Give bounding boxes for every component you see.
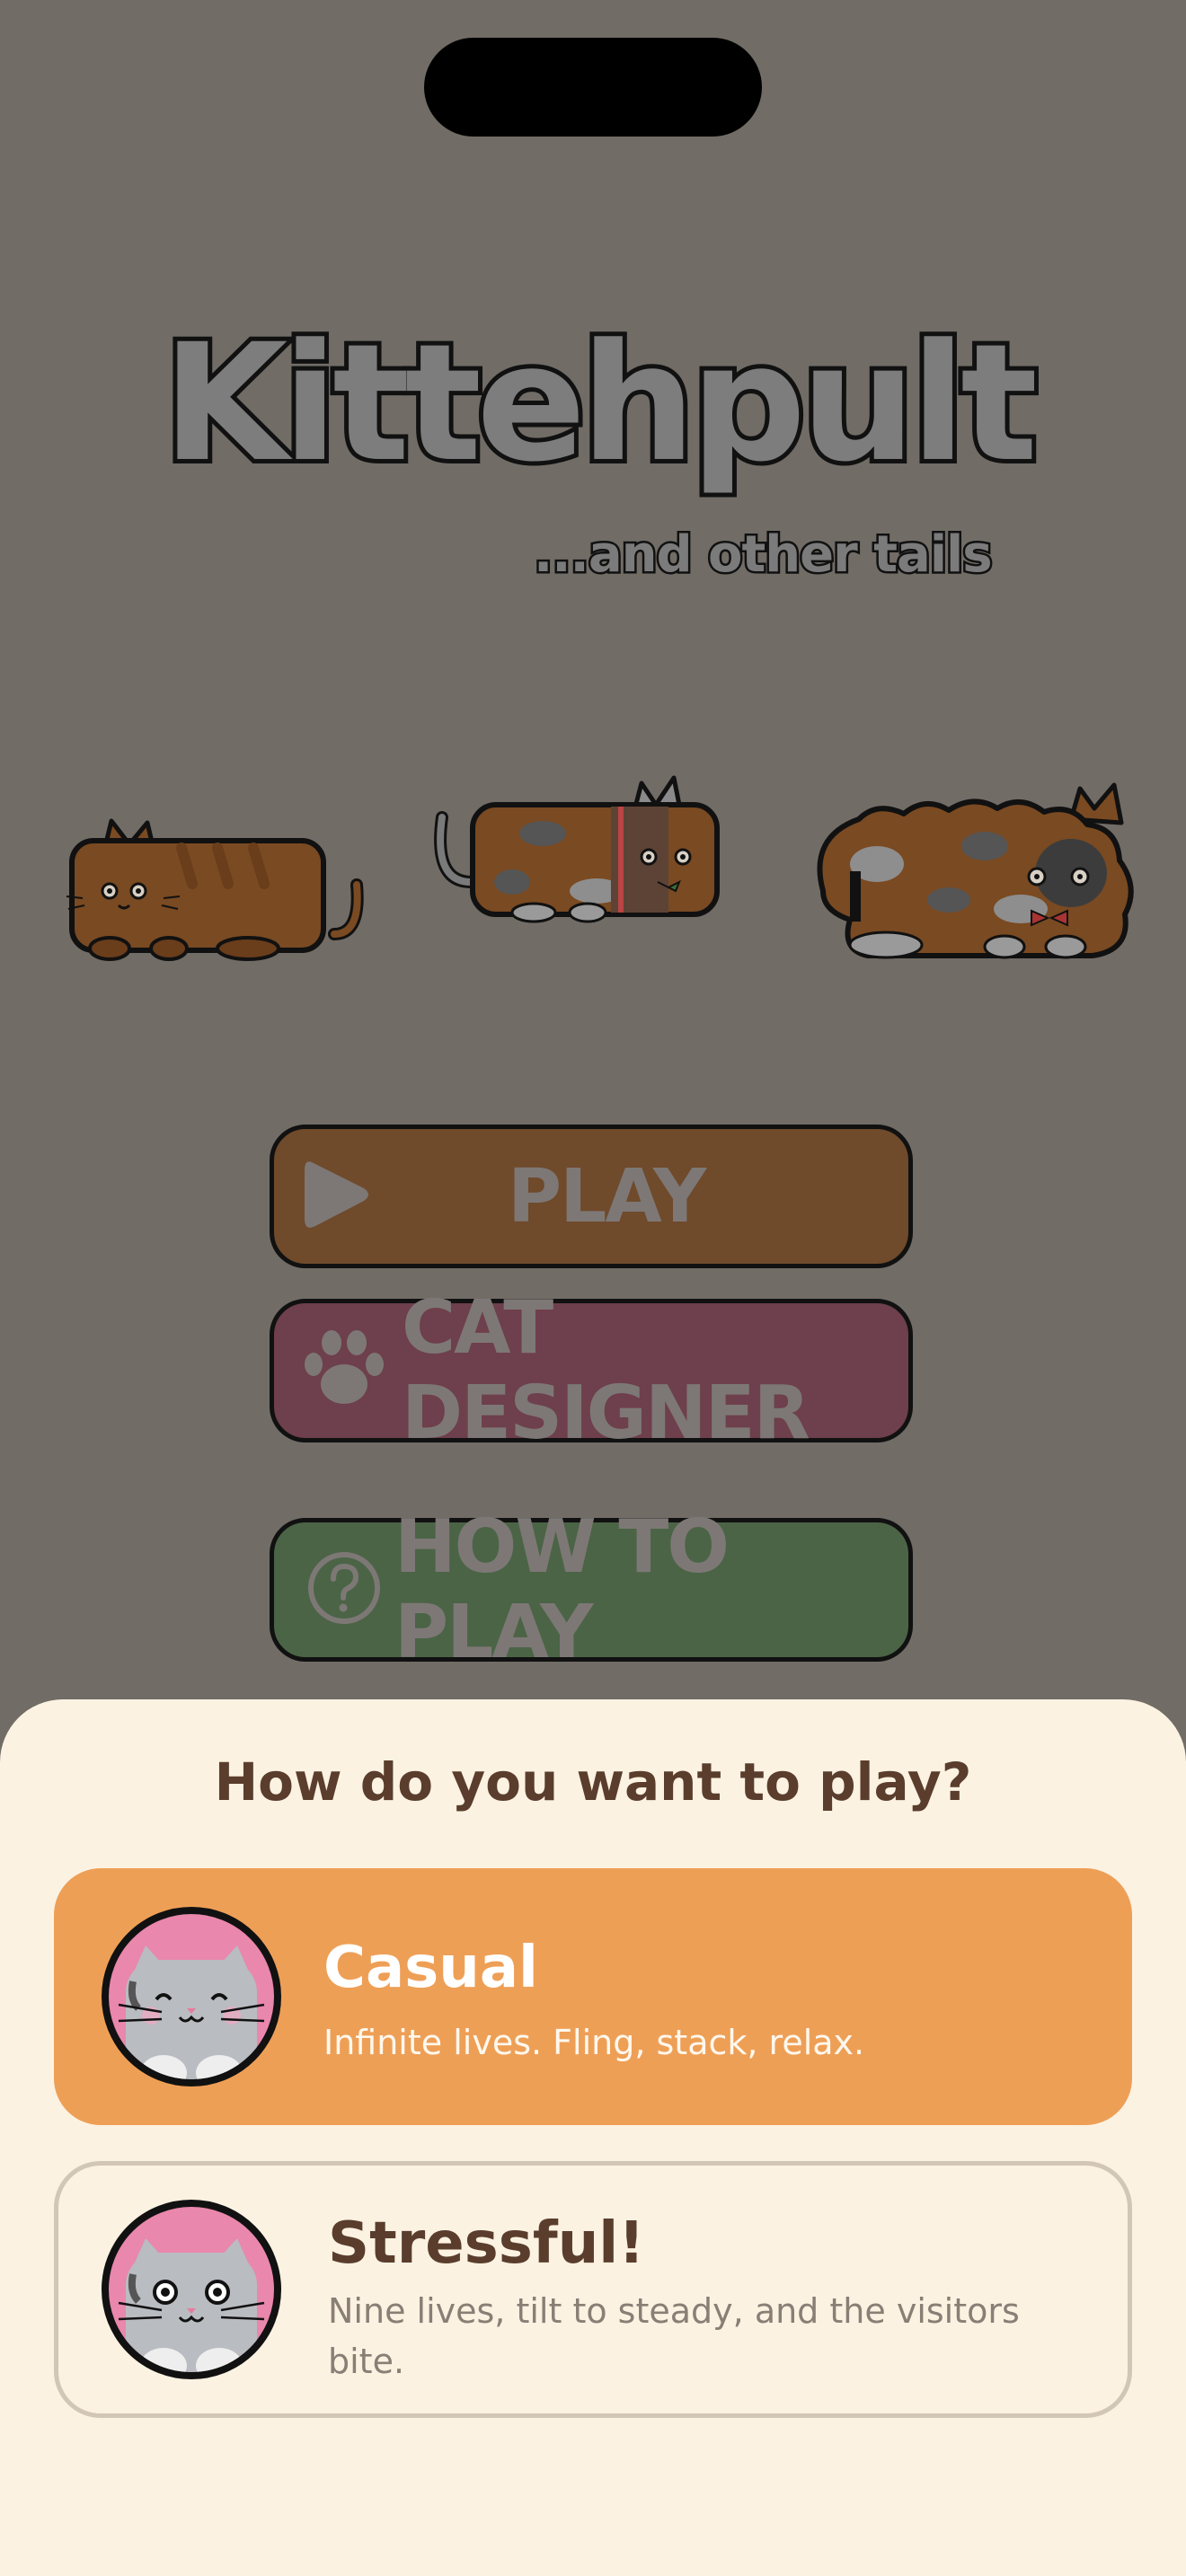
casual-mode-title: Casual bbox=[323, 1935, 538, 2001]
game-title: Kittehpult bbox=[0, 310, 1186, 498]
casual-mode-option[interactable]: Casual Infinite lives. Fling, stack, rel… bbox=[54, 1868, 1132, 2125]
play-label: PLAY bbox=[508, 1153, 706, 1239]
play-button[interactable]: PLAY bbox=[270, 1125, 913, 1268]
how-to-play-button[interactable]: HOW TO PLAY bbox=[270, 1504, 913, 1675]
cat-designer-label: CAT DESIGNER bbox=[402, 1285, 810, 1456]
play-mode-sheet bbox=[0, 1699, 1186, 2576]
how-to-play-label: HOW TO PLAY bbox=[394, 1504, 730, 1675]
casual-mode-description: Infinite lives. Fling, stack, relax. bbox=[323, 2023, 865, 2062]
sheet-title: How do you want to play? bbox=[214, 1751, 972, 1813]
fluffy-calico-cat-illustration bbox=[805, 774, 1150, 959]
cat-designer-button[interactable]: CAT DESIGNER bbox=[270, 1285, 913, 1456]
stressful-mode-title: Stressful! bbox=[328, 2210, 645, 2277]
tabby-cat-illustration bbox=[65, 808, 367, 961]
play-icon bbox=[301, 1156, 373, 1237]
dynamic-island bbox=[424, 38, 762, 137]
calico-cat-illustration bbox=[426, 774, 722, 925]
stressful-mode-description: Nine lives, tilt to steady, and the visi… bbox=[328, 2291, 1020, 2381]
paw-icon bbox=[301, 1328, 387, 1413]
cat-avatar-icon bbox=[101, 2199, 282, 2380]
title-text: Kittehpult bbox=[158, 310, 1042, 498]
cat-avatar-icon bbox=[101, 1906, 282, 2087]
stressful-mode-option[interactable]: Stressful! Nine lives, tilt to steady, a… bbox=[54, 2161, 1132, 2418]
question-icon bbox=[306, 1550, 382, 1629]
game-subtitle: ...and other tails bbox=[532, 524, 996, 587]
